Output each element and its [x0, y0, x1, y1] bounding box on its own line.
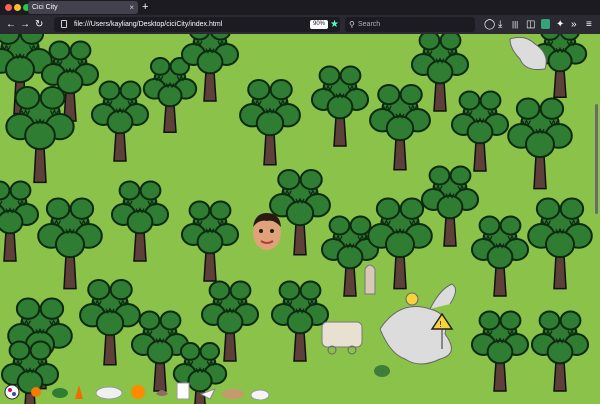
bookmark-star-icon[interactable]: ★ [330, 18, 339, 31]
pocket-icon[interactable]: ◯ [484, 18, 495, 31]
minimize-window-button[interactable] [14, 4, 21, 11]
paper-tool-icon[interactable] [176, 382, 190, 400]
overflow-chevron-icon[interactable]: » [571, 18, 577, 31]
forward-arrow-icon[interactable]: → [20, 18, 30, 31]
cone-tool-icon[interactable] [74, 384, 84, 400]
puzzle-extensions-icon[interactable]: ✦ [556, 18, 564, 31]
tree [90, 80, 150, 162]
cloud-tool-icon[interactable] [94, 384, 124, 400]
tab-title: Cici City [32, 4, 58, 11]
face-sticker[interactable] [250, 209, 284, 253]
tree [142, 57, 198, 133]
dino-top-sketch [509, 36, 547, 70]
new-tab-button[interactable]: + [142, 1, 148, 13]
tree [369, 84, 431, 171]
tree [110, 180, 170, 262]
sun-tool-icon[interactable] [28, 384, 44, 400]
plane-tool-icon[interactable] [200, 388, 216, 400]
tree [530, 310, 590, 392]
tree [180, 200, 240, 282]
search-input[interactable]: ⚲ Search [345, 17, 475, 32]
dinosaur-scene[interactable]: ! [320, 259, 480, 379]
orange-tool-icon[interactable] [130, 384, 146, 400]
turtle-tool-icon[interactable] [50, 384, 70, 400]
tree [0, 180, 40, 262]
tree [470, 215, 530, 297]
tab-cici-city[interactable]: Cici City × [28, 1, 138, 14]
search-placeholder: Search [358, 21, 381, 28]
url-text: file:///Users/kayliang/Desktop/ciciCity/… [74, 21, 223, 28]
tree [450, 90, 510, 172]
tree [310, 65, 370, 147]
sidebar-icon[interactable]: ◫ [526, 18, 535, 31]
cart-sketch [321, 321, 363, 348]
figure-sketch [364, 264, 376, 295]
tree [527, 197, 593, 290]
bird-tool-icon[interactable] [154, 384, 170, 400]
tab-close-icon[interactable]: × [129, 1, 134, 14]
zoom-badge[interactable]: 90% [310, 20, 329, 29]
page-scrollbar[interactable] [595, 104, 598, 214]
tree [37, 197, 103, 290]
library-icon[interactable]: ||| [512, 18, 518, 31]
navigation-toolbar: ← → ↻ file:///Users/kayliang/Desktop/cic… [0, 15, 600, 34]
back-arrow-icon[interactable]: ← [6, 18, 16, 31]
extension-icon[interactable] [541, 19, 550, 29]
url-bar[interactable]: file:///Users/kayliang/Desktop/ciciCity/… [54, 17, 340, 32]
sticker-toolbar [0, 374, 270, 404]
tree [470, 310, 530, 392]
tree [5, 86, 75, 184]
tree [507, 97, 573, 190]
bird-sketch [405, 292, 419, 306]
whale-tool-icon[interactable] [250, 388, 270, 400]
sign-text: ! [439, 320, 442, 329]
forest-canvas[interactable]: ! [0, 34, 600, 404]
dog-tool-icon[interactable] [220, 386, 246, 400]
download-icon[interactable]: ⤓ [498, 18, 502, 31]
frog-sketch [374, 365, 390, 377]
tab-bar: Cici City × + [0, 0, 600, 15]
tree [239, 79, 301, 166]
hamburger-menu-icon[interactable]: ≡ [586, 18, 592, 31]
reload-icon[interactable]: ↻ [35, 18, 43, 31]
search-icon: ⚲ [349, 20, 355, 29]
close-window-button[interactable] [5, 4, 12, 11]
ball-tool-icon[interactable] [4, 384, 20, 400]
forest-scene [0, 34, 593, 404]
page-icon [61, 20, 67, 28]
tree [79, 279, 141, 366]
